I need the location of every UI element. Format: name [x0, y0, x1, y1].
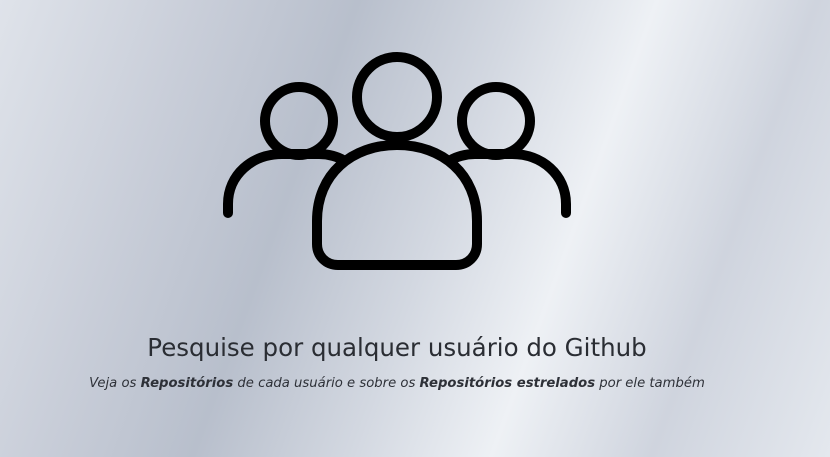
subtitle-text-2: de cada usuário e sobre os — [233, 376, 420, 391]
subtitle-text-3: por ele também — [595, 376, 705, 391]
users-group-icon — [223, 52, 571, 270]
subtitle-bold-repos: Repositórios — [140, 376, 234, 391]
subtitle-bold-starred: Repositórios estrelados — [419, 376, 596, 391]
page-title: Pesquise por qualquer usuário do Github — [147, 333, 647, 362]
page-subtitle: Veja os Repositórios de cada usuário e s… — [0, 376, 794, 391]
subtitle-text-1: Veja os — [89, 376, 141, 391]
